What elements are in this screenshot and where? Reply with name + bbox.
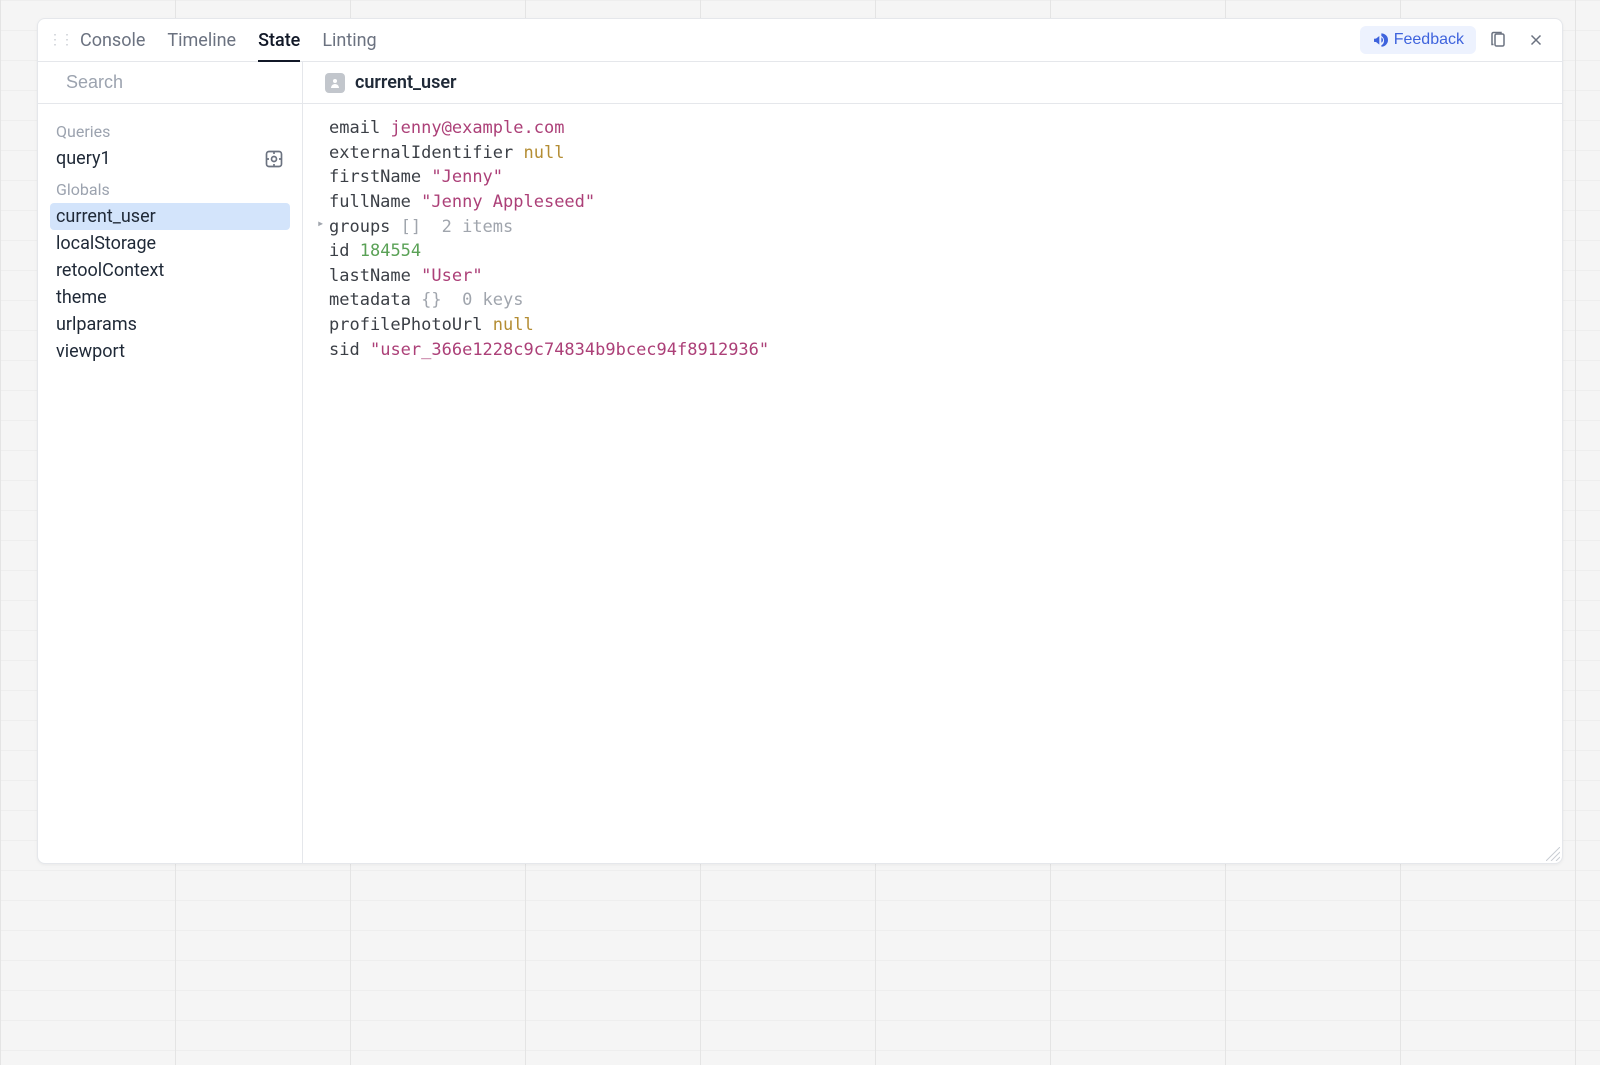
sidebar: Queries query1 Globals current_user localSto…	[38, 62, 303, 863]
property-row[interactable]: lastName "User"	[329, 264, 1536, 289]
property-row[interactable]: externalIdentifier null	[329, 141, 1536, 166]
main-header: current_user	[303, 62, 1562, 104]
property-row[interactable]: profilePhotoUrl null	[329, 313, 1536, 338]
close-button[interactable]	[1520, 24, 1552, 56]
sidebar-item-label: current_user	[56, 206, 156, 227]
property-row[interactable]: firstName "Jenny"	[329, 165, 1536, 190]
feedback-label: Feedback	[1394, 31, 1464, 49]
sidebar-item-label: viewport	[56, 341, 125, 362]
tab-timeline[interactable]: Timeline	[167, 19, 236, 61]
sidebar-item-retoolContext[interactable]: retoolContext	[50, 257, 290, 284]
tab-list: Console Timeline State Linting	[80, 19, 377, 61]
main-pane: current_user email jenny@example.comexte…	[303, 62, 1562, 863]
sidebar-item-current_user[interactable]: current_user	[50, 203, 290, 230]
sidebar-section-label: Globals	[56, 180, 284, 199]
sidebar-item-query1[interactable]: query1	[50, 145, 290, 172]
close-icon	[1527, 31, 1545, 49]
resize-handle-icon[interactable]	[1546, 847, 1560, 861]
toolbar: ⋮⋮ Console Timeline State Linting Feedback	[38, 19, 1562, 62]
property-row[interactable]: metadata {} 0 keys	[329, 288, 1536, 313]
property-row[interactable]: email jenny@example.com	[329, 116, 1536, 141]
sidebar-item-urlparams[interactable]: urlparams	[50, 311, 290, 338]
drag-handle-icon[interactable]: ⋮⋮	[48, 32, 72, 48]
property-row[interactable]: fullName "Jenny Appleseed"	[329, 190, 1536, 215]
sidebar-item-label: theme	[56, 287, 107, 308]
sidebar-item-viewport[interactable]: viewport	[50, 338, 290, 365]
sidebar-item-label: urlparams	[56, 314, 137, 335]
copy-button[interactable]	[1482, 24, 1514, 56]
tab-state[interactable]: State	[258, 19, 300, 61]
inspect-icon[interactable]	[264, 149, 284, 169]
sidebar-item-theme[interactable]: theme	[50, 284, 290, 311]
search-input[interactable]	[66, 72, 298, 93]
property-row[interactable]: ▸groups [] 2 items	[329, 215, 1536, 240]
user-icon	[325, 73, 345, 93]
property-row[interactable]: sid "user_366e1228c9c74834b9bcec94f89129…	[329, 338, 1536, 363]
sidebar-item-label: localStorage	[56, 233, 156, 254]
tab-console[interactable]: Console	[80, 19, 145, 61]
clipboard-icon	[1489, 31, 1507, 49]
sidebar-item-label: query1	[56, 148, 111, 169]
search-row	[38, 62, 302, 104]
panel-content: Queries query1 Globals current_user localSto…	[38, 62, 1562, 863]
sidebar-list: Queries query1 Globals current_user localSto…	[38, 104, 302, 375]
debug-panel: ⋮⋮ ConsoleTimelineStateLinting Feedback …	[37, 18, 1563, 864]
inspected-object-title: current_user	[355, 72, 457, 93]
property-list: email jenny@example.comexternalIdentifie…	[303, 104, 1562, 374]
megaphone-icon	[1372, 32, 1388, 48]
feedback-button[interactable]: Feedback	[1360, 26, 1476, 54]
sidebar-item-localStorage[interactable]: localStorage	[50, 230, 290, 257]
tab-linting[interactable]: Linting	[322, 19, 376, 61]
property-row[interactable]: id 184554	[329, 239, 1536, 264]
sidebar-item-label: retoolContext	[56, 260, 164, 281]
sidebar-section-label: Queries	[56, 122, 284, 141]
